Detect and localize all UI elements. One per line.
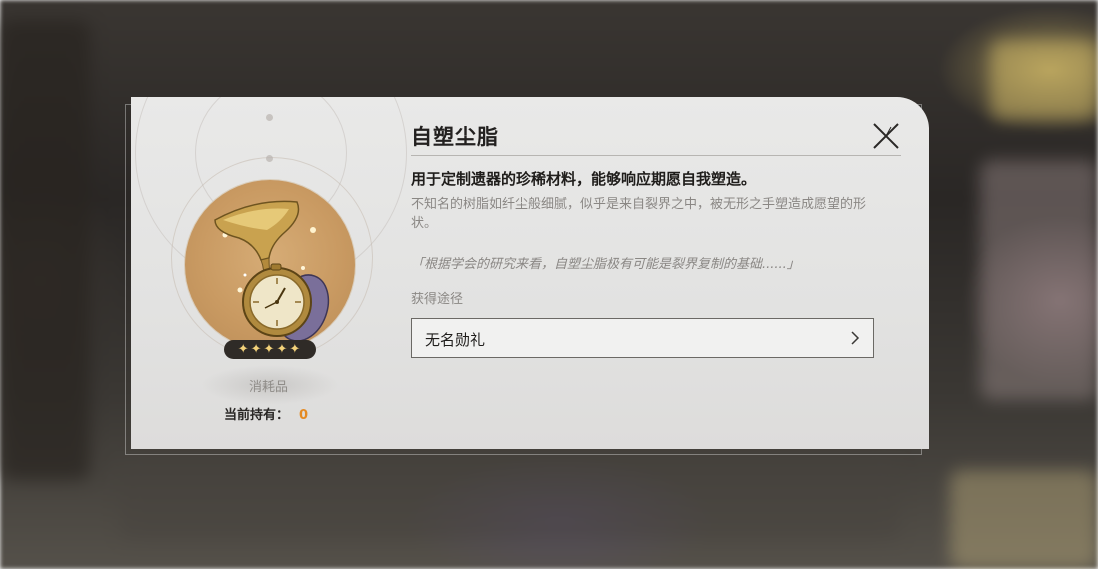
decorative-dot — [266, 155, 273, 162]
source-button-nameless-honor[interactable]: 无名勋礼 — [411, 318, 874, 358]
item-preview-panel: ✦✦✦✦✦ 消耗品 当前持有： 0 — [131, 97, 407, 449]
item-headline: 用于定制遗器的珍稀材料，能够响应期愿自我塑造。 — [411, 170, 757, 188]
chevron-right-icon — [851, 331, 860, 345]
rarity-stars: ✦✦✦✦✦ — [224, 340, 316, 359]
owned-count: 当前持有： 0 — [224, 404, 308, 423]
owned-label: 当前持有： — [224, 408, 290, 423]
item-description: 不知名的树脂如纤尘般细腻，似乎是来自裂界之中，被无形之手塑造成愿望的形状。 — [411, 197, 867, 231]
item-detail-dialog: ✦✦✦✦✦ 消耗品 当前持有： 0 自塑尘脂 用于定制遗器的珍稀材料，能够响应期愿… — [131, 97, 929, 449]
title-divider — [411, 155, 901, 156]
item-category: 消耗品 — [248, 380, 288, 395]
hourglass-pocketwatch-icon — [214, 200, 330, 342]
decorative-dot — [266, 114, 273, 121]
owned-count-value: 0 — [299, 408, 309, 423]
item-name: 自塑尘脂 — [411, 125, 499, 149]
sources-label: 获得途径 — [411, 292, 464, 307]
close-icon[interactable] — [871, 121, 901, 151]
item-quote: 「根据学会的研究来看，自塑尘脂极有可能是裂界复制的基础......」 — [411, 257, 800, 272]
source-button-label: 无名勋礼 — [425, 331, 486, 349]
